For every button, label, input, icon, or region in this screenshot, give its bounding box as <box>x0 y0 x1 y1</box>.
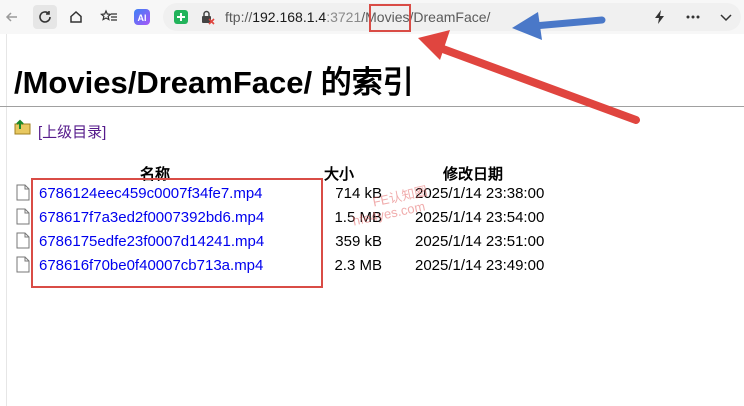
file-size: 359 kB <box>335 233 382 250</box>
file-modified: 2025/1/14 23:54:00 <box>415 209 545 226</box>
file-modified: 2025/1/14 23:49:00 <box>415 257 545 274</box>
bolt-icon[interactable] <box>652 9 668 25</box>
file-link[interactable]: 678617f7a3ed2f0007392bd6.mp4 <box>39 209 264 226</box>
table-row: 6786175edfe23f0007d14241.mp4 359 kB 2025… <box>0 230 744 254</box>
more-icon[interactable] <box>685 9 701 25</box>
back-button[interactable] <box>0 5 24 29</box>
chevron-down-icon[interactable] <box>718 9 734 25</box>
url-host: 192.168.1.4 <box>252 9 327 25</box>
column-header-size[interactable]: 大小 <box>324 163 354 184</box>
browser-toolbar: AI ftp://192.168.1.4:3721/Movies/DreamFa… <box>0 0 744 34</box>
file-icon <box>16 256 30 273</box>
table-row: 678616f70be0f40007cb713a.mp4 2.3 MB 2025… <box>0 254 744 278</box>
ai-icon: AI <box>134 9 150 25</box>
blocked-icon[interactable] <box>199 9 215 25</box>
refresh-icon <box>39 11 51 23</box>
file-icon <box>16 184 30 201</box>
refresh-button[interactable] <box>33 5 57 29</box>
page-title: /Movies/DreamFace/ 的索引 <box>14 65 414 100</box>
ai-button[interactable]: AI <box>130 5 154 29</box>
file-modified: 2025/1/14 23:38:00 <box>415 185 545 202</box>
favorites-button[interactable] <box>97 5 121 29</box>
favorites-icon <box>100 9 117 21</box>
back-icon <box>5 12 17 22</box>
address-bar[interactable]: ftp://192.168.1.4:3721/Movies/DreamFace/ <box>163 3 741 31</box>
column-header-name[interactable]: 名称 <box>140 163 170 184</box>
url-segment-dreamface: DreamFace/ <box>413 9 491 25</box>
home-icon <box>70 10 82 23</box>
home-button[interactable] <box>64 5 88 29</box>
file-size: 2.3 MB <box>334 257 382 274</box>
file-icon <box>16 232 30 249</box>
column-header-modified[interactable]: 修改日期 <box>443 163 503 184</box>
parent-directory-link[interactable]: [上级目录] <box>38 121 106 142</box>
file-modified: 2025/1/14 23:51:00 <box>415 233 545 250</box>
file-link[interactable]: 6786175edfe23f0007d14241.mp4 <box>39 233 264 250</box>
url-segment-movies: Movies <box>365 9 410 25</box>
file-link[interactable]: 678616f70be0f40007cb713a.mp4 <box>39 257 263 274</box>
url-port: :3721 <box>326 9 362 25</box>
url-text[interactable]: ftp://192.168.1.4:3721/Movies/DreamFace/ <box>225 9 490 25</box>
url-scheme: ftp:// <box>225 9 253 25</box>
file-icon <box>16 208 30 225</box>
extension-icon[interactable] <box>173 9 189 25</box>
parent-folder-icon <box>14 119 31 135</box>
title-divider <box>0 106 744 107</box>
svg-text:AI: AI <box>138 13 147 23</box>
file-link[interactable]: 6786124eec459c0007f34fe7.mp4 <box>39 185 263 202</box>
